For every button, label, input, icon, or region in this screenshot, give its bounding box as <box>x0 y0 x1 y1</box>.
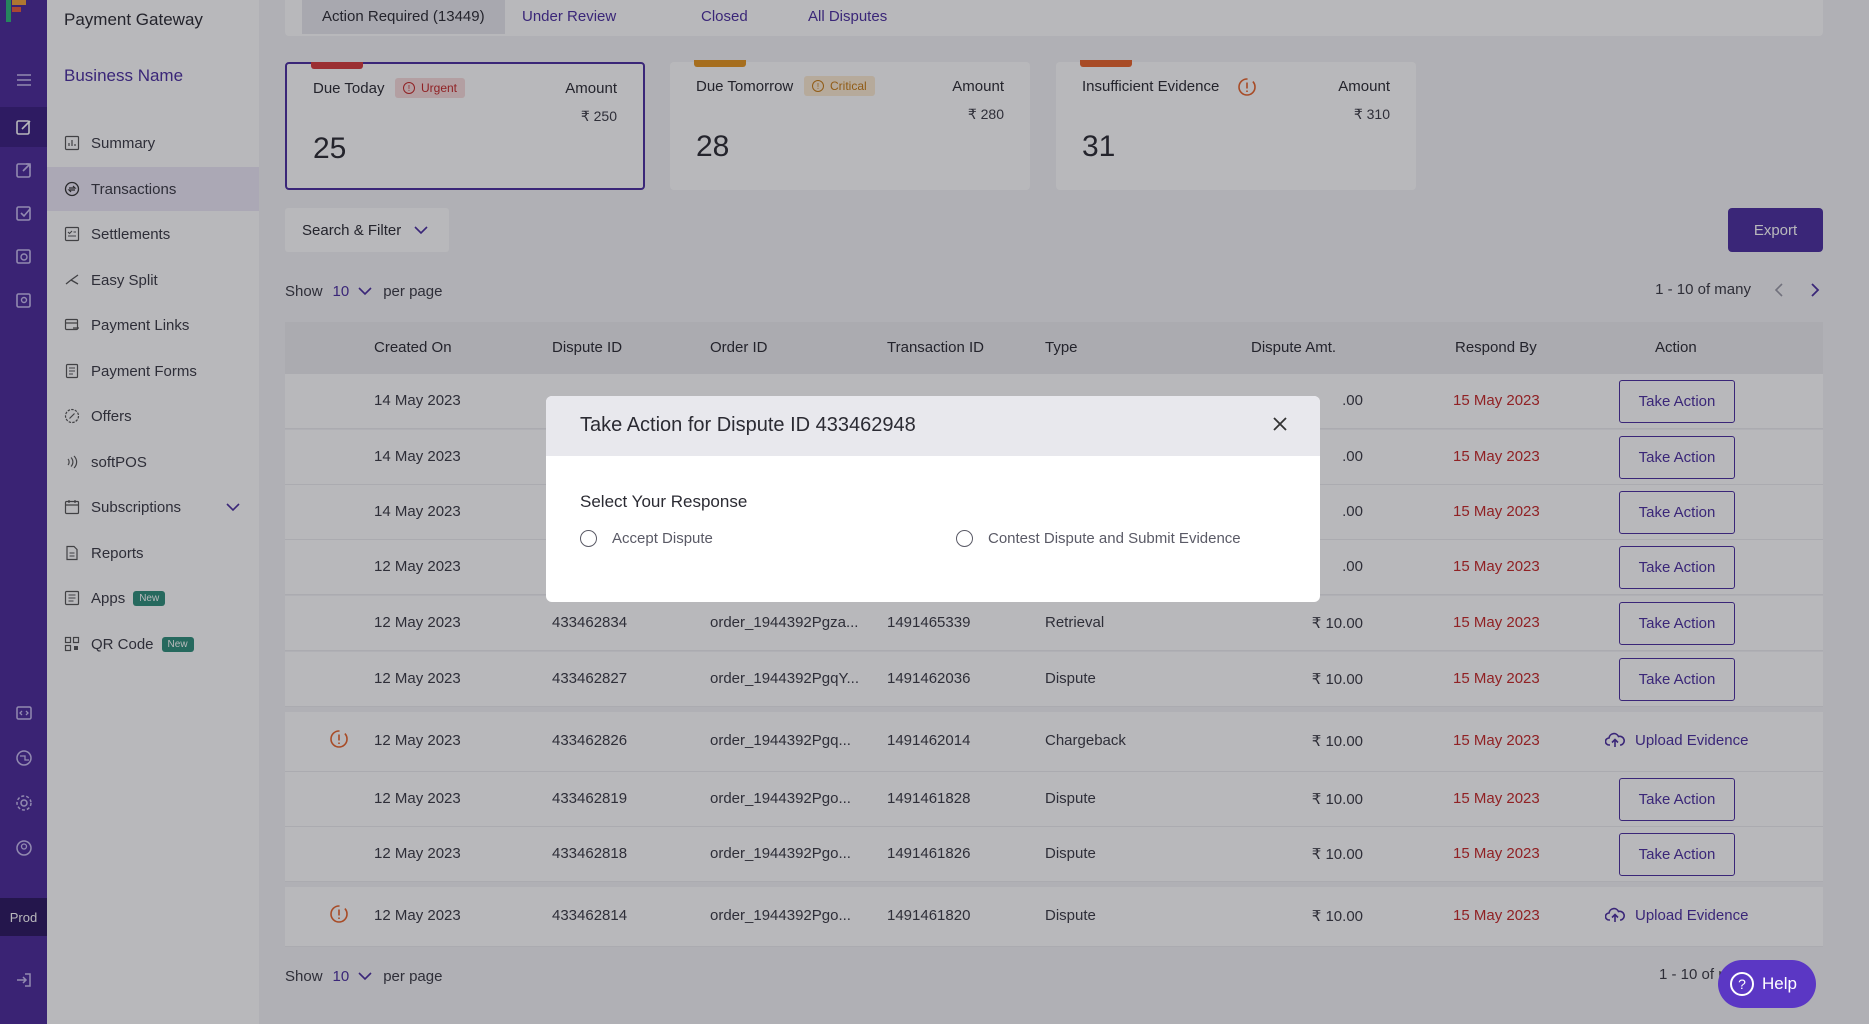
help-button[interactable]: ? Help <box>1718 960 1816 1008</box>
radio-circle[interactable] <box>956 530 973 547</box>
accept-dispute-radio[interactable]: Accept Dispute <box>580 530 713 547</box>
modal-subtitle: Select Your Response <box>580 492 748 511</box>
radio-label: Contest Dispute and Submit Evidence <box>988 530 1241 547</box>
radio-circle[interactable] <box>580 530 597 547</box>
help-label: Help <box>1762 974 1797 993</box>
close-icon[interactable] <box>1270 414 1290 434</box>
help-question-icon: ? <box>1730 972 1754 996</box>
modal-title: Take Action for Dispute ID 433462948 <box>580 414 916 436</box>
contest-dispute-radio[interactable]: Contest Dispute and Submit Evidence <box>956 530 1241 547</box>
take-action-modal: Take Action for Dispute ID 433462948 Sel… <box>546 396 1320 602</box>
radio-label: Accept Dispute <box>612 530 713 547</box>
